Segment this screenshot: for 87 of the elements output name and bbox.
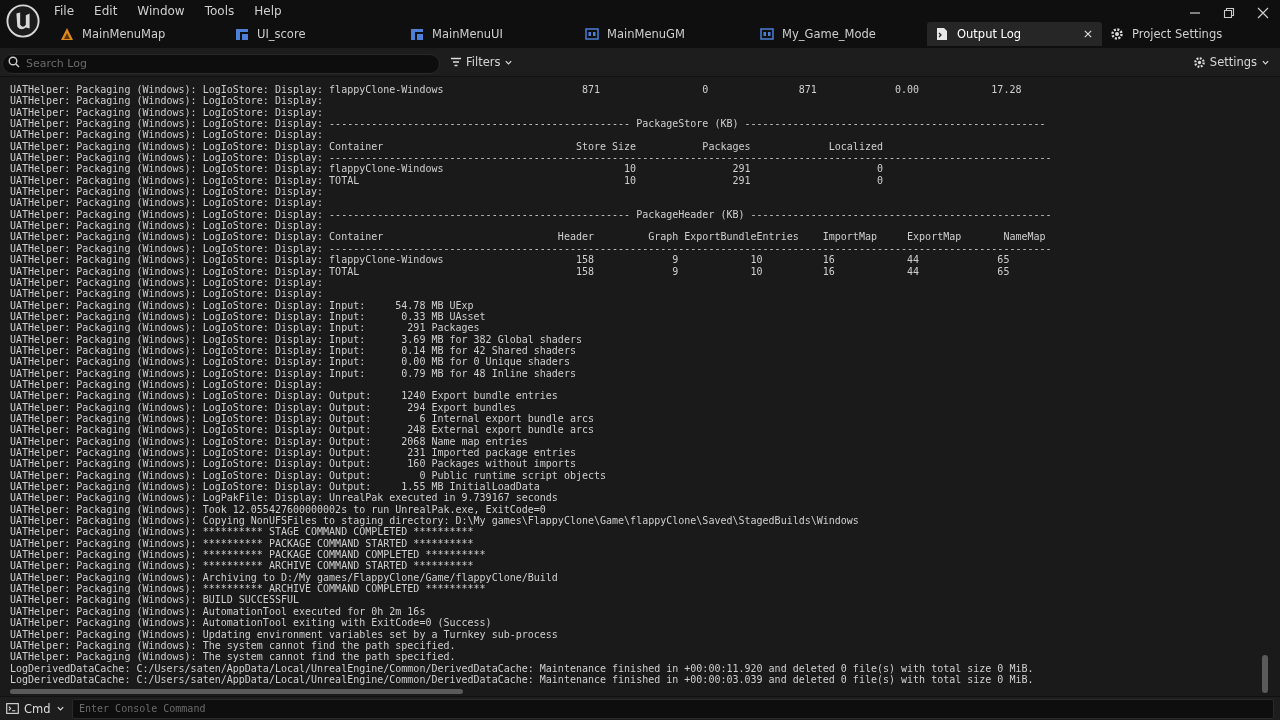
log-line: UATHelper: Packaging (Windows): LogIoStore: Display: Output: 1240 Export bundle entries — [10, 390, 559, 402]
log-line: UATHelper: Packaging (Windows): ********** ARCHIVE COMMAND STARTED ********** — [10, 560, 475, 572]
log-line: UATHelper: Packaging (Windows): LogIoStore: Display: ------------------------------------------------------------------------------------------------------------------------ — [10, 152, 1053, 164]
log-line: UATHelper: Packaging (Windows): LogIoStore: Display: Output: 0 Public runtime script objects — [10, 469, 608, 482]
menu-item[interactable]: File — [54, 4, 75, 18]
tab[interactable]: MainMenuMap — [52, 22, 227, 46]
log-line: UATHelper: Packaging (Windows): LogIoStore: Display: — [10, 197, 325, 209]
log-line: UATHelper: Packaging (Windows): LogIoStore: Display: — [10, 95, 325, 107]
log-line: UATHelper: Packaging (Windows): LogIoStore: Display: Output: 294 Export bundles — [10, 401, 517, 413]
menu-item[interactable]: Window — [137, 4, 185, 18]
tab[interactable]: Output Log — [927, 22, 1102, 46]
search-field[interactable]: Search Log — [2, 53, 440, 74]
log-line: UATHelper: Packaging (Windows): LogIoStore: Display: ------------------------------------------------------------------------------------------------------------------------ — [10, 242, 1053, 255]
log-line: UATHelper: Packaging (Windows): AutomationTool exiting with ExitCode=0 (Success) — [10, 617, 493, 629]
log-line: UATHelper: Packaging (Windows): LogIoStore: Display: Container Header Graph ExportBundleEntries ImportMap ExportMap NameMap — [10, 231, 1047, 243]
document-icon — [935, 27, 949, 41]
scrollbar-thumb[interactable] — [1262, 655, 1268, 693]
filters-button[interactable]: Filters — [446, 53, 518, 71]
filter-icon — [450, 56, 462, 68]
log-line: UATHelper: Packaging (Windows): LogIoStore: Display: — [10, 220, 325, 232]
log-line: UATHelper: Packaging (Windows): LogIoStore: Display: flappyClone-Windows 871 0 871 0.00 17.28 — [10, 84, 1023, 96]
log-line: UATHelper: Packaging (Windows): The system cannot find the path specified. — [10, 651, 457, 663]
log-line: UATHelper: Packaging (Windows): LogIoStore: Display: Input: 0.33 MB UAsset — [10, 310, 487, 323]
log-line: UATHelper: Packaging (Windows): LogIoStore: Display: Input: 291 Packages — [10, 322, 481, 334]
log-line: UATHelper: Packaging (Windows): ********** PACKAGE COMMAND COMPLETED ********** — [10, 549, 487, 561]
gear-icon — [1110, 27, 1124, 41]
log-line: UATHelper: Packaging (Windows): LogIoStore: Display: Output: 231 Imported package entries — [10, 447, 577, 459]
close-icon[interactable] — [1257, 7, 1269, 19]
settings-icon — [1192, 55, 1206, 69]
log-line: UATHelper: Packaging (Windows): LogIoStore: Display: Input: 0.79 MB for 48 Inline shaders — [10, 367, 577, 379]
log-line: UATHelper: Packaging (Windows): LogIoStore: Display: Output: 2068 Name map entries — [10, 435, 529, 447]
log-line: UATHelper: Packaging (Windows): LogIoStore: Display: flappyClone-Windows 158 9 10 16 44 65 — [10, 254, 1011, 266]
log-line: UATHelper: Packaging (Windows): LogIoStore: Display: Output: 160 Packages without imports — [10, 458, 577, 470]
tab[interactable]: MainMenuUI — [402, 22, 577, 46]
log-line: UATHelper: Packaging (Windows): LogIoStore: Display: TOTAL 10 291 0 — [10, 174, 884, 187]
log-line: UATHelper: Packaging (Windows): LogIoStore: Display: -------------------------------------------------- PackageHeader (KB) -------------------------------------------------- — [10, 208, 1053, 221]
console-input[interactable]: Enter Console Command — [72, 698, 1274, 719]
log-line: UATHelper: Packaging (Windows): LogPakFile: Display: UnrealPak executed in 9.739167 seconds — [10, 492, 559, 504]
log-line: UATHelper: Packaging (Windows): BUILD SUCCESSFUL — [10, 594, 300, 606]
log-line: UATHelper: Packaging (Windows): Took 12.055427600000002s to run UnrealPak.exe, ExitCode=0 — [10, 503, 547, 516]
log-line: UATHelper: Packaging (Windows): LogIoStore: Display: — [10, 276, 325, 289]
widget-icon — [410, 27, 424, 41]
close-icon[interactable] — [1084, 30, 1092, 38]
log-line: UATHelper: Packaging (Windows): LogIoStore: Display: flappyClone-Windows 10 291 0 — [10, 163, 884, 175]
menu-item[interactable]: Help — [254, 4, 282, 18]
tab[interactable]: Project Settings — [1102, 22, 1231, 46]
log-line: UATHelper: Packaging (Windows): LogIoStore: Display: TOTAL 158 9 10 16 44 65 — [10, 265, 1011, 277]
menu-item[interactable]: Tools — [204, 4, 235, 18]
command-mode-button[interactable]: Cmd — [2, 701, 72, 716]
log-line: UATHelper: Packaging (Windows): LogIoStore: Display: Output: 1.55 MB InitialLoadData — [10, 481, 540, 493]
log-line: UATHelper: Packaging (Windows): LogIoStore: Display: -------------------------------------------------- PackageStore (KB) -------------------------------------------------- — [10, 118, 1047, 130]
log-line: UATHelper: Packaging (Windows): LogIoStore: Display: Input: 3.69 MB for 382 Global shaders — [10, 333, 583, 345]
log-line: UATHelper: Packaging (Windows): The system cannot find the path specified. — [10, 639, 456, 652]
blueprint-icon — [760, 27, 774, 41]
log-line: UATHelper: Packaging (Windows): ********** ARCHIVE COMMAND COMPLETED ********** — [10, 583, 486, 595]
menu-item[interactable]: Edit — [94, 4, 118, 18]
log-line: UATHelper: Packaging (Windows): LogIoStore: Display: Container Store Size Packages Localized — [10, 140, 884, 153]
log-line: LogDerivedDataCache: C:/Users/saten/AppData/Local/UnrealEngine/Common/DerivedDataCache: Maintenance finished in +00:00:11.920 and deleted 0 file(s) with total size 0 MiB. — [10, 662, 1035, 674]
chevron-icon — [55, 704, 65, 713]
log-line: UATHelper: Packaging (Windows): LogIoStore: Display: Output: 6 Internal export bundle arcs — [10, 412, 595, 425]
log-line: UATHelper: Packaging (Windows): LogIoStore: Display: — [10, 129, 325, 141]
log-line: UATHelper: Packaging (Windows): Copying NonUFSFiles to staging directory: D:\My games\FlappyClone\Game\flappyClone\Saved\StagedBuilds\Windows — [10, 515, 860, 527]
tab[interactable]: MainMenuGM — [577, 22, 752, 46]
log-line: UATHelper: Packaging (Windows): LogIoStore: Display: — [10, 288, 325, 300]
log-line: UATHelper: Packaging (Windows): Updating environment variables set by a Turnkey sub-process — [10, 628, 559, 640]
log-line: UATHelper: Packaging (Windows): AutomationTool executed for 0h 2m 16s — [10, 605, 426, 618]
restore-icon[interactable] — [1223, 7, 1235, 19]
log-line: UATHelper: Packaging (Windows): LogIoStore: Display: Output: 248 External export bundle arcs — [10, 424, 595, 436]
tab[interactable]: My_Game_Mode — [752, 22, 927, 46]
tab[interactable]: UI_score — [227, 22, 402, 46]
log-line: UATHelper: Packaging (Windows): ********** STAGE COMMAND COMPLETED ********** — [10, 526, 474, 538]
log-line: UATHelper: Packaging (Windows): ********** PACKAGE COMMAND STARTED ********** — [10, 537, 475, 550]
log-line: UATHelper: Packaging (Windows): LogIoStore: Display: Input: 0.00 MB for 0 Unique shaders — [10, 356, 571, 368]
log-line: UATHelper: Packaging (Windows): LogIoStore: Display: Input: 0.14 MB for 42 Shared shaders — [10, 344, 577, 357]
log-line: UATHelper: Packaging (Windows): LogIoStore: Display: — [10, 106, 325, 119]
terminal-icon — [6, 703, 19, 714]
settings-button[interactable]: Settings — [1188, 53, 1274, 71]
triangle-icon — [60, 27, 74, 41]
logo-icon[interactable] — [6, 4, 40, 38]
widget-icon — [235, 27, 249, 41]
scrollbar-thumb[interactable] — [10, 689, 463, 694]
log-line: LogDerivedDataCache: C:/Users/saten/AppData/Local/UnrealEngine/Common/DerivedDataCache: Maintenance finished in +00:00:03.039 and deleted 0 file(s) with total size 0 MiB. — [10, 673, 1035, 686]
log-line: UATHelper: Packaging (Windows): Archiving to D:/My games/FlappyClone/Game/flappyClone/Build — [10, 571, 559, 584]
blueprint-icon — [585, 27, 599, 41]
log-line: UATHelper: Packaging (Windows): LogIoStore: Display: Input: 54.78 MB UExp — [10, 299, 475, 311]
log-line: UATHelper: Packaging (Windows): LogIoStore: Display: — [10, 186, 325, 198]
log-line: UATHelper: Packaging (Windows): LogIoStore: Display: — [10, 378, 325, 391]
